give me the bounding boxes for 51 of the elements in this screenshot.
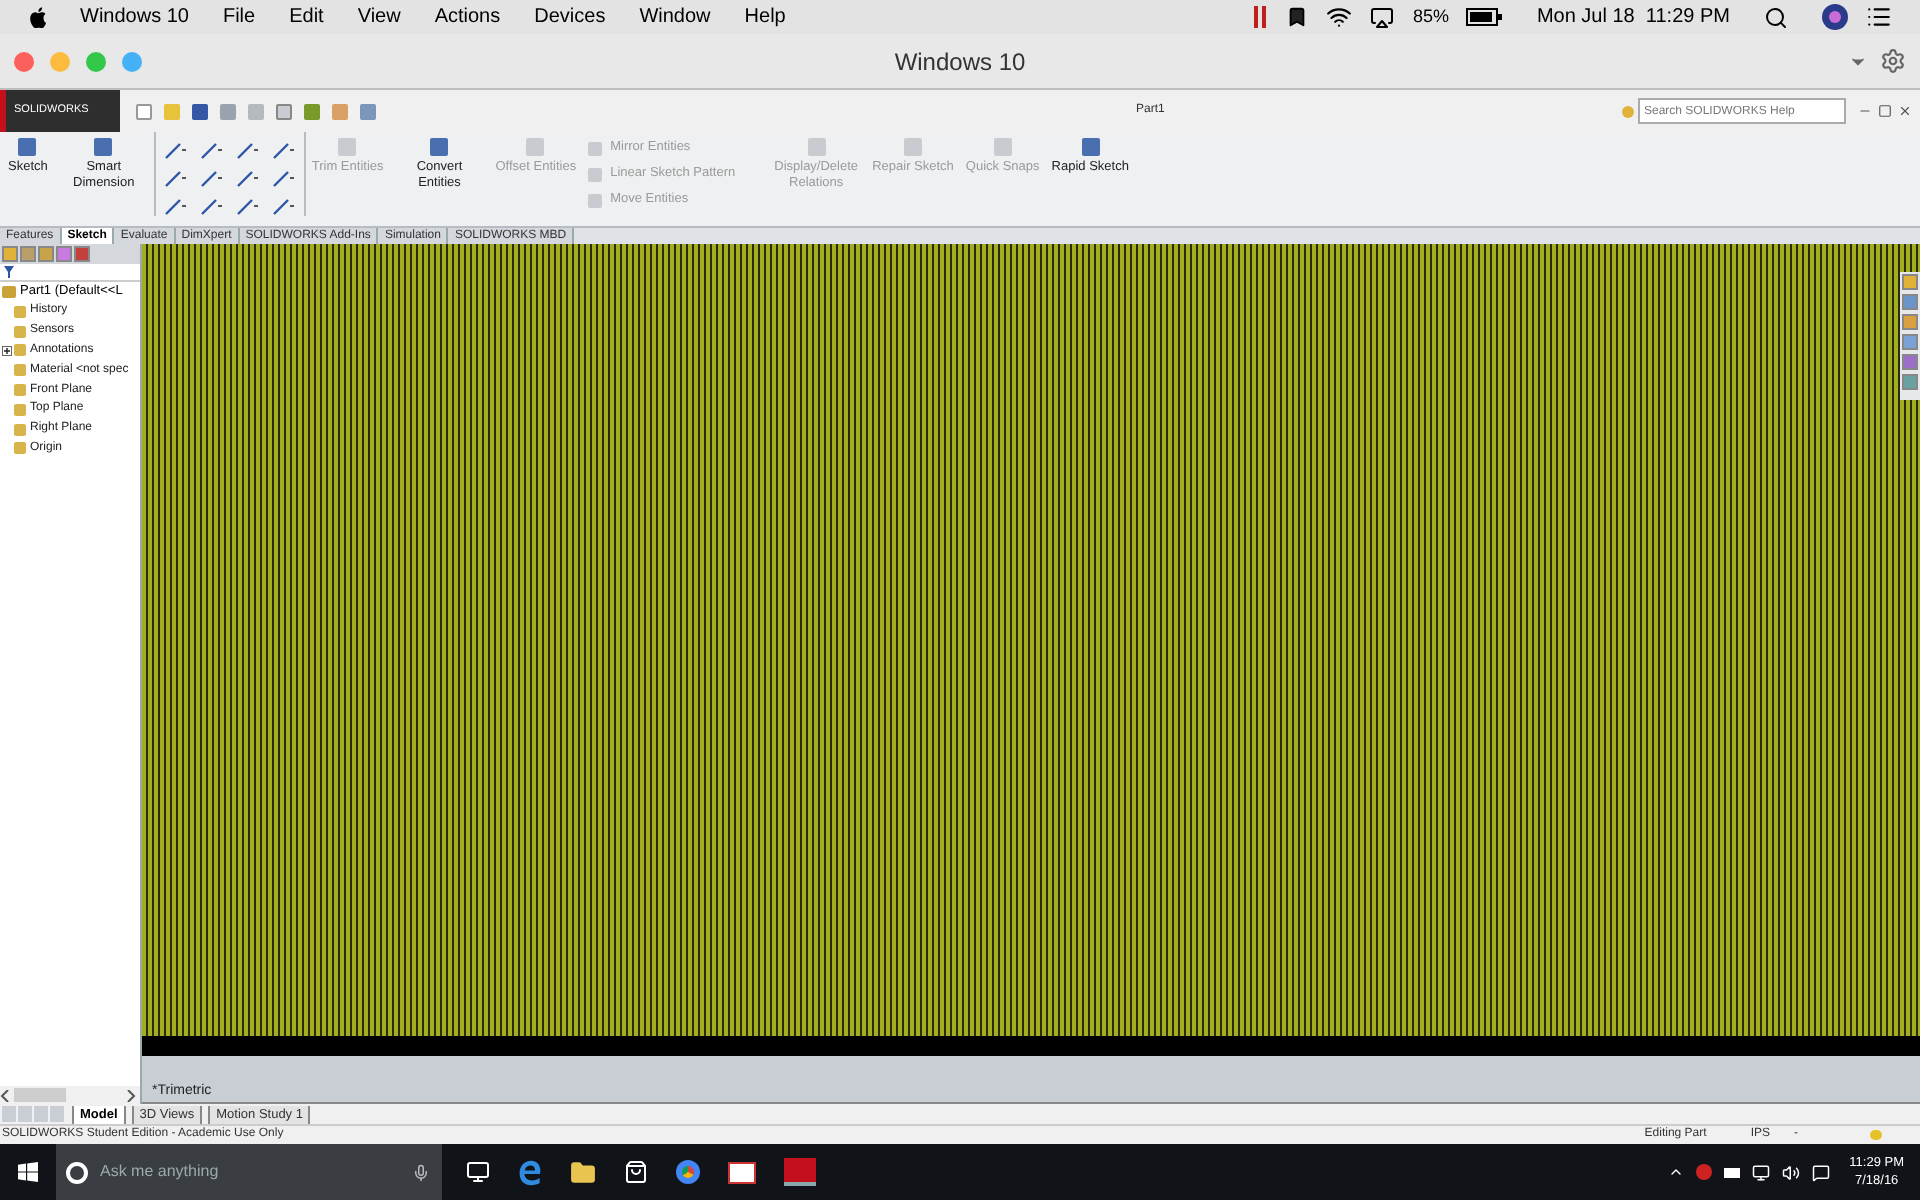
menu-item[interactable]: Actions — [434, 2, 501, 32]
command-icon — [807, 138, 826, 156]
taskbar-search-box[interactable]: Ask me anything — [56, 1144, 442, 1200]
menu-item[interactable]: Window — [639, 2, 711, 32]
volume-icon[interactable] — [1781, 1163, 1800, 1181]
chrome-icon[interactable] — [676, 1160, 700, 1184]
command-icon — [904, 138, 922, 156]
menu-item[interactable]: View — [357, 2, 401, 32]
menu-item[interactable]: Windows 10 — [80, 2, 189, 32]
line-icon[interactable] — [163, 142, 188, 160]
maximize-icon[interactable] — [1878, 104, 1892, 118]
tray-chevron-icon[interactable] — [1667, 1164, 1684, 1180]
scroll-right-icon[interactable] — [126, 1089, 136, 1101]
expand-icon[interactable] — [2, 345, 12, 356]
command-icon — [18, 138, 37, 156]
menu-item[interactable]: Devices — [534, 2, 606, 32]
task-view-icon[interactable] — [466, 1160, 490, 1184]
menu-item[interactable]: Help — [744, 2, 786, 32]
new-document-icon[interactable] — [136, 103, 152, 119]
bookmark-icon[interactable] — [1286, 6, 1309, 28]
list-icon[interactable] — [1866, 4, 1892, 30]
notification-icon[interactable] — [1811, 1163, 1830, 1181]
airplay-icon[interactable] — [1370, 5, 1395, 29]
command-icon — [526, 138, 545, 156]
scroll-left-icon[interactable] — [0, 1089, 10, 1101]
battery-percentage: 85% — [1412, 3, 1449, 30]
battery-icon[interactable] — [1466, 8, 1503, 26]
window-title: Windows 10 — [894, 45, 1026, 79]
pause-icon[interactable] — [1254, 6, 1269, 28]
edge-icon[interactable] — [518, 1159, 542, 1185]
store-icon[interactable] — [624, 1160, 648, 1184]
search-icon[interactable] — [1764, 5, 1788, 29]
scrollbar-thumb[interactable] — [14, 1088, 66, 1102]
taskbar-search-field[interactable]: Ask me anything — [100, 1160, 400, 1184]
cortana-icon — [66, 1161, 88, 1183]
command-icon — [94, 138, 113, 156]
menu-item[interactable]: Edit — [289, 2, 324, 32]
command-icon — [1081, 138, 1100, 156]
command-icon — [430, 138, 449, 156]
app-icon[interactable] — [728, 1161, 756, 1183]
windows-logo-icon[interactable] — [18, 1162, 38, 1182]
settings-icon[interactable] — [1880, 48, 1906, 74]
command-icon — [338, 138, 357, 156]
siri-icon[interactable] — [1822, 4, 1848, 30]
microphone-icon[interactable] — [412, 1163, 430, 1181]
apple-icon[interactable] — [28, 6, 48, 28]
command-icon — [993, 138, 1012, 156]
menu-clock[interactable]: Mon Jul 18 11:29 PM — [1536, 2, 1730, 32]
close-icon[interactable] — [1898, 104, 1912, 118]
menu-item[interactable]: File — [222, 2, 256, 32]
filter-icon[interactable] — [4, 266, 14, 278]
